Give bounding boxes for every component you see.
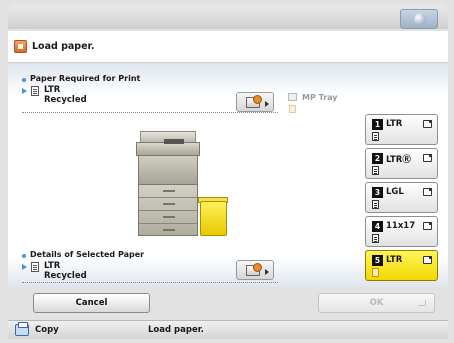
paper-orientation-icon [423, 222, 432, 230]
copy-icon [15, 322, 29, 336]
paper-settings-icon [246, 263, 262, 276]
drawer-size: LGL [386, 187, 404, 197]
drawer-size: 11x17 [386, 221, 416, 231]
status-mode: Copy [35, 325, 59, 335]
paper-level-icon [372, 132, 379, 141]
paper-deck-highlight [200, 201, 227, 236]
selected-settings-button[interactable] [236, 260, 274, 280]
paper-icon [31, 86, 39, 96]
cancel-button[interactable]: Cancel [33, 293, 150, 313]
main-panel: Paper Required for Print LTR Recycled MP… [8, 64, 448, 287]
drawer-size: LTR [386, 119, 403, 129]
paper-level-icon [372, 234, 379, 243]
printer-illustration [134, 131, 234, 239]
paper-level-icon [372, 166, 379, 175]
required-title: Paper Required for Print [30, 74, 141, 83]
paper-orientation-icon [423, 154, 432, 162]
bullet-icon [22, 78, 26, 82]
enter-icon [418, 300, 426, 306]
drawer-number: 4 [372, 221, 383, 232]
paper-level-icon [289, 105, 296, 113]
arrow-right-icon [265, 269, 269, 275]
drawer-number: 1 [372, 119, 383, 130]
drawer-2-button[interactable]: 2 LTRⓇ [365, 148, 438, 179]
required-size: LTR [44, 85, 61, 95]
mp-tray-button[interactable]: MP Tray [288, 92, 364, 116]
drawer-5-button[interactable]: 5 LTR [365, 250, 438, 281]
paper-orientation-icon [423, 256, 432, 264]
bullet-icon [22, 254, 26, 258]
paper-orientation-icon [423, 120, 432, 128]
drawer-number: 3 [372, 187, 383, 198]
mp-tray-icon [288, 93, 297, 101]
divider [22, 282, 278, 283]
drawer-size: LTRⓇ [386, 155, 411, 165]
screen-frame: Load paper. Paper Required for Print LTR… [0, 0, 454, 343]
drawer-3-button[interactable]: 3 LGL [365, 182, 438, 213]
arrow-right-icon [265, 101, 269, 107]
drawer-1-button[interactable]: 1 LTR [365, 114, 438, 145]
status-monitor-icon [414, 13, 426, 25]
message-text: Load paper. [32, 41, 95, 52]
drawer-size: LTR [386, 255, 403, 265]
required-settings-button[interactable] [236, 92, 274, 112]
header-bar [8, 5, 448, 29]
mp-tray-label: MP Tray [302, 93, 338, 102]
drawer-4-button[interactable]: 4 11x17 [365, 216, 438, 247]
warning-icon [14, 40, 27, 53]
arrow-icon [22, 264, 27, 270]
ok-button[interactable]: OK [318, 293, 435, 313]
selected-type: Recycled [44, 271, 87, 281]
paper-level-icon [372, 268, 379, 277]
paper-icon [31, 262, 39, 272]
drawer-number: 2 [372, 153, 383, 164]
required-type: Recycled [44, 95, 87, 105]
paper-settings-icon [246, 95, 262, 108]
selected-title: Details of Selected Paper [30, 250, 145, 259]
paper-orientation-icon [423, 188, 432, 196]
drawer-number: 5 [372, 255, 383, 266]
paper-level-icon [372, 200, 379, 209]
divider [22, 112, 278, 113]
status-monitor-button[interactable] [400, 9, 438, 29]
selected-size: LTR [44, 261, 61, 271]
status-bar: Copy Load paper. [8, 320, 448, 339]
message-bar: Load paper. [8, 31, 448, 63]
status-message: Load paper. [148, 325, 204, 335]
ok-label: OK [369, 298, 384, 308]
arrow-icon [22, 88, 27, 94]
